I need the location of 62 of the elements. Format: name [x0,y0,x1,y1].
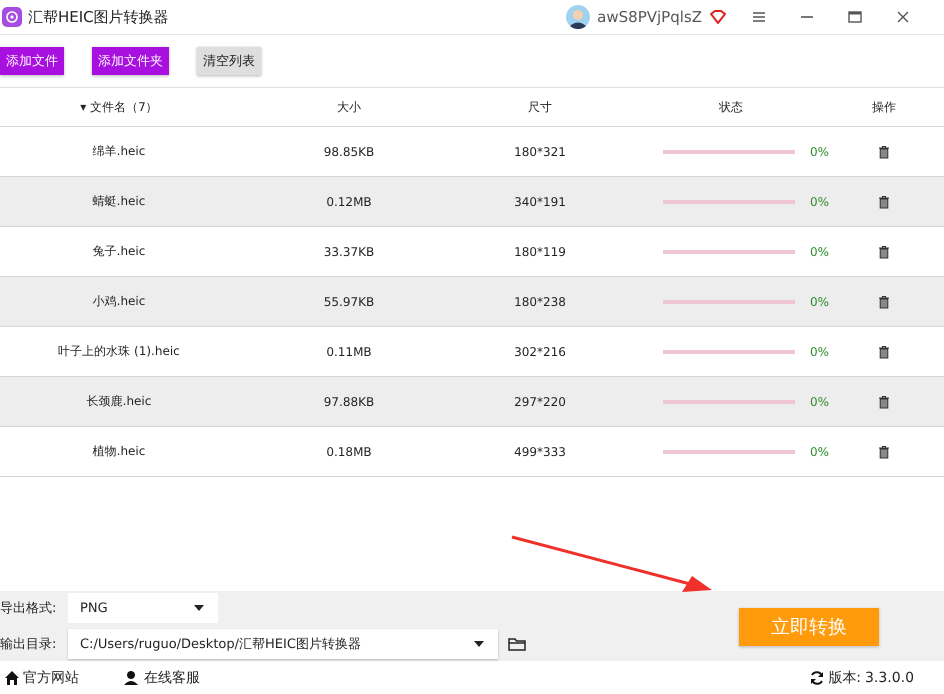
image-dimensions: 499*333 [513,444,567,458]
image-dimensions: 302*216 [513,344,567,358]
support-link[interactable]: 在线客服 [144,668,200,686]
version-label: 版本: [828,668,862,686]
vip-icon [710,10,726,24]
add-button[interactable]: 添加文件夹 [92,47,169,75]
window-title: 汇帮HEIC图片转换器 [28,8,169,26]
file-name: 蜻蜓.heic [92,193,146,210]
progress-percent: 0% [810,394,830,408]
folder-icon[interactable] [508,637,526,651]
person-icon [123,670,139,686]
add-button[interactable]: 添加文件 [0,47,64,75]
output-label: 输出目录: [0,636,58,653]
trash-icon[interactable] [878,394,890,408]
username[interactable]: awS8PVjPqlsZ [597,8,702,26]
image-dimensions: 297*220 [513,394,567,408]
progress-percent: 0% [810,244,830,258]
column-header[interactable]: 尺寸 [460,98,620,116]
column-header[interactable]: 操作 [842,98,926,116]
trash-icon[interactable] [878,144,890,158]
file-name: 小鸡.heic [92,293,146,310]
file-size: 97.88KB [322,394,376,408]
trash-icon[interactable] [878,244,890,258]
image-dimensions: 180*238 [513,294,567,308]
image-dimensions: 340*191 [513,194,567,208]
progress-percent: 0% [810,194,830,208]
file-size: 98.85KB [322,144,376,158]
file-name: 植物.heic [92,443,146,460]
menu-icon[interactable] [752,11,766,23]
avatar-icon [566,5,590,29]
file-name: 绵羊.heic [92,143,146,160]
column-header[interactable]: ▾ 文件名（7） [0,98,238,116]
file-size: 0.12MB [325,194,373,208]
file-name: 兔子.heic [92,243,146,260]
trash-icon[interactable] [878,344,890,358]
column-header[interactable]: 大小 [238,98,460,116]
close-icon[interactable] [896,11,910,23]
format-dropdown[interactable]: PNG [68,593,218,623]
trash-icon[interactable] [878,294,890,308]
trash-icon[interactable] [878,444,890,458]
version-number: 3.3.0.0 [865,670,914,686]
image-dimensions: 180*321 [513,144,567,158]
trash-icon[interactable] [878,194,890,208]
progress-percent: 0% [810,444,830,458]
file-size: 0.18MB [325,444,373,458]
maximize-icon[interactable] [848,11,862,23]
home-icon [4,670,20,686]
file-size: 33.37KB [322,244,376,258]
file-name: 叶子上的水珠 (1).heic [57,343,181,360]
file-name: 长颈鹿.heic [86,393,152,410]
format-label: 导出格式: [0,600,58,617]
file-size: 0.11MB [325,344,373,358]
file-size: 55.97KB [322,294,376,308]
refresh-icon[interactable] [809,670,826,686]
progress-percent: 0% [810,294,830,308]
column-header[interactable]: 状态 [620,98,842,116]
clear-list-button[interactable]: 清空列表 [197,47,261,75]
progress-percent: 0% [810,344,830,358]
image-dimensions: 180*119 [513,244,567,258]
output-dir-dropdown[interactable]: C:/Users/ruguo/Desktop/汇帮HEIC图片转换器 [68,629,498,659]
website-link[interactable]: 官方网站 [23,668,79,686]
progress-percent: 0% [810,144,830,158]
